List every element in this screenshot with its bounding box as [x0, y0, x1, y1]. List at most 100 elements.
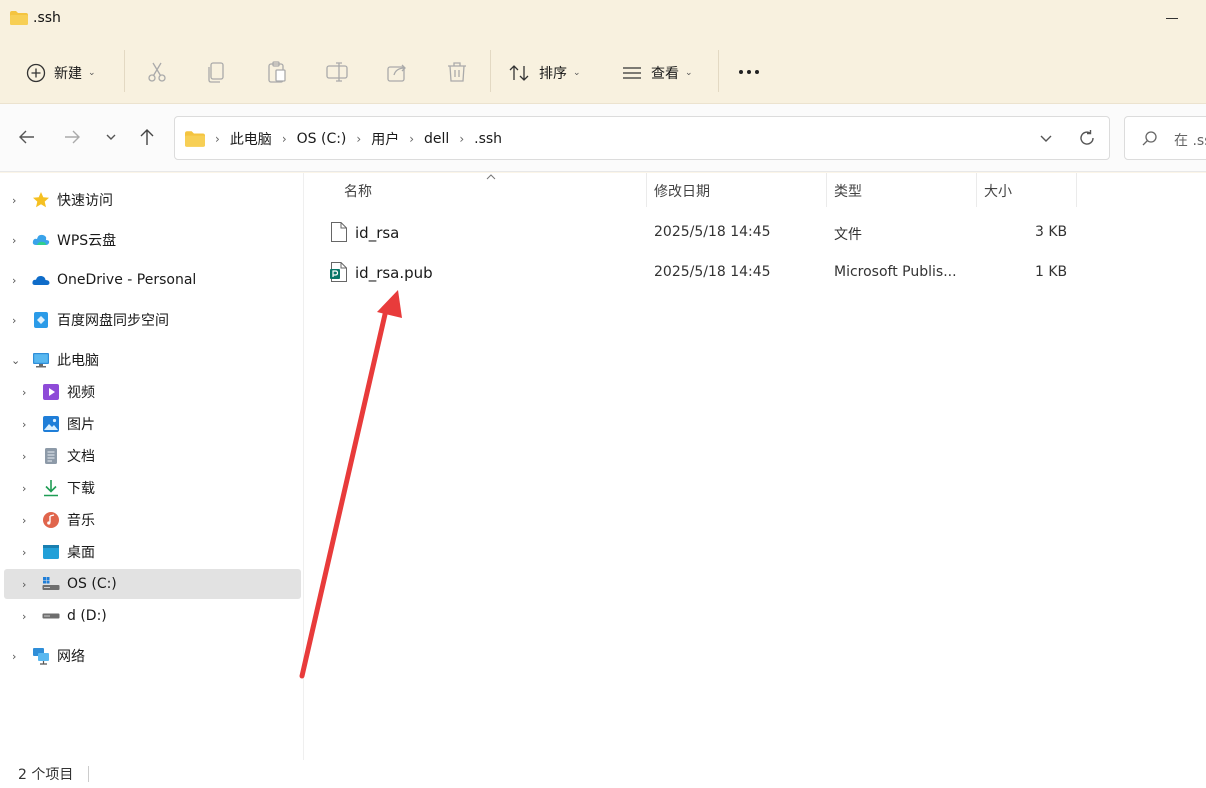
column-divider[interactable]	[976, 173, 977, 207]
chevron-right-icon[interactable]: ›	[12, 650, 16, 663]
breadcrumb-item[interactable]: dell	[424, 131, 449, 147]
chevron-right-icon[interactable]: ›	[22, 482, 26, 495]
sidebar-item-documents[interactable]: › 文档	[4, 441, 301, 471]
sidebar-item-label: OneDrive - Personal	[57, 272, 197, 288]
sidebar-item-quick-access[interactable]: › 快速访问	[4, 185, 301, 215]
breadcrumb-item[interactable]: .ssh	[474, 131, 502, 147]
table-row[interactable]: id_rsa.pub 2025/5/18 14:45 Microsoft Pub…	[324, 255, 1124, 291]
document-icon	[45, 448, 57, 464]
chevron-right-icon[interactable]: ›	[12, 194, 16, 207]
status-bar: 2 个项目	[0, 760, 1206, 788]
chevron-right-icon[interactable]: ›	[22, 514, 26, 527]
sidebar-item-videos[interactable]: › 视频	[4, 377, 301, 407]
sidebar-item-label: WPS云盘	[57, 233, 117, 249]
delete-icon[interactable]	[445, 60, 469, 84]
search-icon	[1142, 131, 1157, 146]
divider	[490, 50, 491, 92]
sidebar-item-label: 百度网盘同步空间	[57, 313, 169, 329]
file-size: 1 KB	[1035, 264, 1068, 280]
new-label: 新建	[54, 66, 82, 82]
sidebar-item-pictures[interactable]: › 图片	[4, 409, 301, 439]
title-bar: .ssh	[0, 0, 1206, 40]
search-input[interactable]: 在 .ss	[1124, 116, 1206, 160]
sidebar-item-desktop[interactable]: › 桌面	[4, 537, 301, 567]
sidebar-item-wps-cloud[interactable]: › WPS云盘	[4, 225, 301, 255]
publisher-file-icon	[330, 262, 347, 282]
item-count: 2 个项目	[18, 767, 74, 783]
sidebar-item-drive-d[interactable]: › d (D:)	[4, 601, 301, 631]
sidebar-item-drive-c[interactable]: › OS (C:)	[4, 569, 301, 599]
up-arrow-icon[interactable]	[136, 126, 158, 148]
address-dropdown-chevron-icon[interactable]	[1037, 129, 1055, 147]
breadcrumb: › 此电脑 › OS (C:) › 用户 › dell › .ssh	[185, 129, 502, 149]
computer-icon	[33, 353, 49, 368]
file-modified: 2025/5/18 14:45	[654, 264, 771, 280]
star-icon	[33, 192, 49, 208]
column-header-modified[interactable]: 修改日期	[654, 181, 710, 201]
chevron-right-icon[interactable]: ›	[12, 234, 16, 247]
copy-icon[interactable]	[205, 60, 229, 84]
cut-icon[interactable]	[145, 60, 169, 84]
back-arrow-icon[interactable]	[16, 126, 38, 148]
chevron-down-icon: ⌄	[88, 68, 96, 78]
sidebar-item-label: OS (C:)	[67, 576, 117, 592]
view-label: 查看	[651, 66, 679, 82]
column-header-type[interactable]: 类型	[834, 181, 862, 201]
breadcrumb-item[interactable]: 此电脑	[230, 129, 272, 149]
chevron-down-icon: ⌄	[685, 68, 693, 78]
file-name: id_rsa.pub	[355, 264, 433, 282]
file-type: 文件	[834, 227, 862, 243]
chevron-right-icon[interactable]: ›	[22, 578, 26, 591]
sidebar-item-music[interactable]: › 音乐	[4, 505, 301, 535]
column-header-name[interactable]: 名称	[344, 181, 372, 201]
divider	[718, 50, 719, 92]
chevron-down-icon[interactable]: ⌄	[11, 354, 20, 367]
minimize-button[interactable]	[1166, 18, 1178, 19]
breadcrumb-item[interactable]: OS (C:)	[297, 131, 347, 147]
column-divider[interactable]	[826, 173, 827, 207]
sidebar-item-label: 桌面	[67, 545, 95, 561]
rename-icon[interactable]	[325, 60, 349, 84]
forward-arrow-icon[interactable]	[61, 126, 83, 148]
sidebar-item-label: 文档	[67, 449, 95, 465]
drive-d-icon	[42, 613, 60, 619]
column-header-size[interactable]: 大小	[984, 181, 1012, 201]
new-button[interactable]: 新建 ⌄	[26, 58, 96, 88]
sidebar-item-downloads[interactable]: › 下载	[4, 473, 301, 503]
paste-icon[interactable]	[265, 60, 289, 84]
column-divider[interactable]	[1076, 173, 1077, 207]
chevron-right-icon[interactable]: ›	[22, 546, 26, 559]
divider	[88, 766, 89, 782]
file-modified: 2025/5/18 14:45	[654, 224, 771, 240]
sidebar-item-this-pc[interactable]: ⌄ 此电脑	[4, 345, 301, 375]
download-icon	[44, 480, 58, 497]
view-icon	[623, 67, 641, 79]
address-bar[interactable]: › 此电脑 › OS (C:) › 用户 › dell › .ssh	[174, 116, 1110, 160]
column-divider[interactable]	[646, 173, 647, 207]
chevron-right-icon[interactable]: ›	[22, 610, 26, 623]
chevron-right-icon[interactable]: ›	[22, 386, 26, 399]
breadcrumb-item[interactable]: 用户	[371, 129, 399, 149]
chevron-right-icon[interactable]: ›	[22, 418, 26, 431]
chevron-right-icon[interactable]: ›	[12, 274, 16, 287]
sort-button[interactable]: 排序 ⌄	[509, 58, 581, 88]
share-icon[interactable]	[385, 60, 409, 84]
sidebar-item-label: 此电脑	[57, 353, 99, 369]
sidebar-item-baidu-netdisk[interactable]: › 百度网盘同步空间	[4, 305, 301, 335]
refresh-icon[interactable]	[1077, 128, 1097, 148]
table-row[interactable]: id_rsa 2025/5/18 14:45 文件 3 KB	[324, 215, 1124, 251]
more-options-icon[interactable]	[737, 60, 761, 84]
sidebar-item-label: 下载	[67, 481, 95, 497]
desktop-icon	[43, 545, 59, 559]
sidebar-item-network[interactable]: › 网络	[4, 641, 301, 671]
sidebar-item-label: 图片	[67, 417, 95, 433]
view-button[interactable]: 查看 ⌄	[621, 58, 693, 88]
search-placeholder: 在 .ss	[1174, 133, 1206, 149]
chevron-right-icon: ›	[356, 132, 362, 146]
recent-locations-chevron-icon[interactable]	[100, 126, 122, 148]
chevron-right-icon[interactable]: ›	[22, 450, 26, 463]
chevron-right-icon[interactable]: ›	[12, 314, 16, 327]
sidebar-item-onedrive[interactable]: › OneDrive - Personal	[4, 265, 301, 295]
chevron-down-icon: ⌄	[573, 68, 581, 78]
sort-label: 排序	[539, 66, 567, 82]
